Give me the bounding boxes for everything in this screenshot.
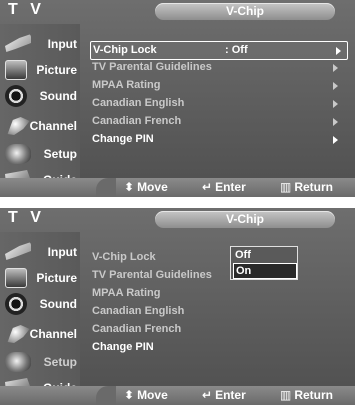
picture-icon [5, 268, 27, 288]
sidebar-item-setup[interactable]: Setup [4, 350, 80, 374]
channel-icon [7, 325, 30, 343]
menu-item-vchip-lock[interactable]: V-Chip Lock : [92, 249, 344, 265]
sidebar-item-label: Input [47, 245, 77, 259]
sidebar-item-label: Sound [39, 297, 77, 311]
menu-item-value: : Off [225, 44, 248, 56]
chevron-right-icon [333, 82, 338, 90]
menu-item-tv-parental-guidelines[interactable]: TV Parental Guidelines [92, 267, 344, 283]
menu-item-label: Change PIN [92, 133, 154, 145]
tv-label: T V [8, 209, 45, 226]
sidebar: Input Picture Sound Channel Setup Guide [0, 232, 80, 405]
sidebar-item-picture[interactable]: Picture [4, 58, 80, 82]
menu-item-label: V-Chip Lock [92, 251, 156, 263]
input-icon [5, 242, 31, 260]
sidebar-item-input[interactable]: Input [4, 240, 80, 264]
menu-item-vchip-lock[interactable]: V-Chip Lock : Off [90, 41, 348, 60]
return-icon: ▥ [280, 388, 292, 402]
menu-item-label: Canadian English [92, 305, 185, 317]
bar-cap [96, 178, 116, 197]
menu-item-canadian-french[interactable]: Canadian French [92, 113, 344, 129]
chevron-right-icon [333, 118, 338, 126]
menu-item-canadian-english[interactable]: Canadian English [92, 95, 344, 111]
menu-item-canadian-english[interactable]: Canadian English [92, 303, 344, 319]
updown-arrow-icon: ⬍ [124, 180, 135, 194]
sidebar-item-sound[interactable]: Sound [4, 292, 80, 316]
vchip-menu-screen-top: T V V-Chip Input Picture Sound Channel S… [0, 0, 355, 197]
bar-cap [96, 386, 116, 405]
sidebar-item-label: Picture [36, 271, 77, 285]
menu-item-label: Change PIN [92, 341, 154, 353]
sound-icon [5, 85, 27, 107]
sound-icon [5, 293, 27, 315]
dropdown-option-on[interactable]: On [233, 263, 297, 279]
menu-item-label: MPAA Rating [92, 79, 161, 91]
sidebar-item-label: Channel [29, 327, 77, 341]
chevron-right-icon [336, 47, 341, 55]
enter-icon: ↵ [202, 180, 213, 194]
menu-item-label: V-Chip Lock [93, 44, 157, 56]
sidebar-item-label: Picture [36, 63, 77, 77]
return-icon: ▥ [280, 180, 292, 194]
dropdown-option-off[interactable]: Off [233, 248, 295, 262]
hint-return: ▥ Return [280, 181, 333, 194]
hint-enter-label: Enter [215, 388, 246, 402]
sidebar-item-label: Channel [29, 119, 77, 133]
sidebar-item-channel[interactable]: Channel [4, 322, 80, 346]
enter-icon: ↵ [202, 388, 213, 402]
setup-icon [5, 352, 31, 372]
sidebar-item-sound[interactable]: Sound [4, 84, 80, 108]
hint-return: ▥ Return [280, 389, 333, 402]
hint-move-label: Move [137, 388, 168, 402]
sidebar-item-label: Sound [39, 89, 77, 103]
hint-enter-label: Enter [215, 180, 246, 194]
sidebar-item-picture[interactable]: Picture [4, 266, 80, 290]
hint-return-label: Return [294, 180, 334, 194]
chevron-right-icon [333, 64, 338, 72]
menu-title: V-Chip [155, 211, 335, 228]
button-hint-bar: ⬍ Move ↵ Enter ▥ Return [0, 386, 355, 405]
channel-icon [7, 117, 30, 135]
picture-icon [5, 60, 27, 80]
hint-enter: ↵ Enter [202, 181, 246, 194]
menu-item-label: Canadian French [92, 323, 182, 335]
updown-arrow-icon: ⬍ [124, 388, 135, 402]
sidebar: Input Picture Sound Channel Setup Guide [0, 24, 80, 197]
hint-return-label: Return [294, 388, 334, 402]
menu-title: V-Chip [155, 3, 335, 20]
vchip-menu-screen-bottom: T V V-Chip Input Picture Sound Channel S… [0, 208, 355, 405]
setup-icon [5, 144, 31, 164]
hint-move: ⬍ Move [124, 389, 168, 402]
menu-item-change-pin[interactable]: Change PIN [92, 339, 344, 355]
menu-item-label: TV Parental Guidelines [92, 61, 212, 73]
vchip-lock-dropdown[interactable]: Off On [230, 246, 298, 280]
sidebar-item-label: Setup [43, 147, 77, 161]
sidebar-item-setup[interactable]: Setup [4, 142, 80, 166]
button-hint-bar: ⬍ Move ↵ Enter ▥ Return [0, 178, 355, 197]
menu-item-canadian-french[interactable]: Canadian French [92, 321, 344, 337]
input-icon [5, 34, 31, 52]
chevron-right-icon [333, 136, 338, 144]
menu-item-tv-parental-guidelines[interactable]: TV Parental Guidelines [92, 59, 344, 75]
menu-item-label: MPAA Rating [92, 287, 161, 299]
menu-item-label: Canadian English [92, 97, 185, 109]
menu-item-mpaa-rating[interactable]: MPAA Rating [92, 285, 344, 301]
hint-enter: ↵ Enter [202, 389, 246, 402]
sidebar-item-label: Setup [43, 355, 77, 369]
menu-item-label: TV Parental Guidelines [92, 269, 212, 281]
sidebar-item-label: Input [47, 37, 77, 51]
sidebar-item-input[interactable]: Input [4, 32, 80, 56]
tv-label: T V [8, 1, 45, 18]
menu-item-change-pin[interactable]: Change PIN [92, 131, 344, 147]
menu-item-mpaa-rating[interactable]: MPAA Rating [92, 77, 344, 93]
hint-move-label: Move [137, 180, 168, 194]
menu-item-label: Canadian French [92, 115, 182, 127]
sidebar-item-channel[interactable]: Channel [4, 114, 80, 138]
chevron-right-icon [333, 100, 338, 108]
hint-move: ⬍ Move [124, 181, 168, 194]
